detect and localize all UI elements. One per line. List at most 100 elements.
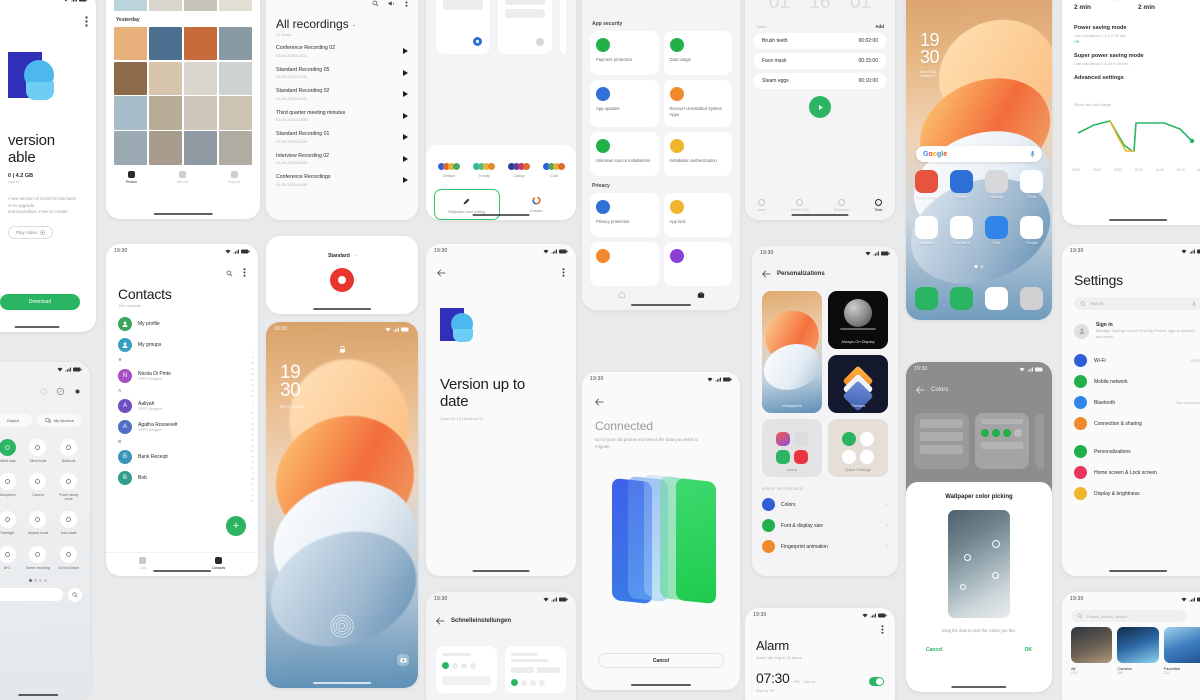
battery-settings-rows[interactable]: Power saving mode Can last about 2 d 1 h …	[1062, 11, 1200, 81]
photo-thumb[interactable]	[183, 96, 218, 130]
recording-row[interactable]: Standard Recording 01 07:29 2021/10/29	[266, 126, 418, 148]
photo-thumb[interactable]	[183, 0, 218, 11]
recordings-list[interactable]: Conference Recording 02 00:24 2021/11/01 S…	[266, 40, 418, 191]
photo-thumb[interactable]	[218, 0, 252, 11]
personalization-rows[interactable]: Colors › Font & display size › Fingerprint a…	[752, 494, 898, 557]
photo-thumb[interactable]	[114, 0, 148, 11]
quick-toggle-airplane-icon[interactable]: Airplane mode	[25, 511, 52, 535]
clock-tab-world-clock-icon[interactable]: World Clock	[791, 199, 809, 212]
recording-row[interactable]: Third quarter meeting minutes 01:20 2021/…	[266, 105, 418, 127]
contacts-index-letter[interactable]: I	[252, 400, 253, 404]
quick-toggle-flashlight-icon[interactable]: Flashlight	[0, 511, 21, 535]
more-icon[interactable]	[85, 14, 88, 32]
contacts-index-letter[interactable]: N	[251, 427, 253, 431]
add-contact-button[interactable]: +	[226, 516, 246, 536]
play-icon[interactable]	[403, 69, 408, 76]
contacts-index-letter[interactable]: L	[252, 416, 254, 420]
gallery-album[interactable]: All 1027	[1071, 627, 1113, 675]
gallery-album[interactable]: Camera 386	[1117, 627, 1159, 675]
contacts-index-letter[interactable]: D	[251, 372, 253, 376]
settings-row-display-brightness[interactable]: Display & brightness	[1062, 483, 1200, 504]
contact-row[interactable]: B Bob	[106, 467, 258, 488]
dropdown-caret[interactable]: ·	[353, 20, 356, 30]
camera-icon[interactable]	[397, 654, 409, 666]
contacts-tab-calls[interactable]: Calls	[139, 557, 146, 570]
photo-thumb[interactable]	[114, 96, 148, 130]
search-icon[interactable]	[68, 587, 82, 602]
recorder-mode-caret[interactable]: ·	[354, 253, 356, 259]
contacts-index-letter[interactable]: V	[252, 471, 254, 475]
battery-row[interactable]: Power saving mode Can last about 2 d 1 h …	[1074, 25, 1200, 44]
color-dot-3[interactable]	[992, 572, 999, 579]
security-item[interactable]	[663, 241, 732, 286]
timer-digits[interactable]: 01 16 01	[745, 0, 895, 14]
palette-classy[interactable]: Classy	[504, 157, 534, 183]
contacts-index-letter[interactable]: T	[252, 460, 254, 464]
quick-settings-panel[interactable]: Output My devices Mobile data Silent mode…	[0, 362, 90, 700]
connected-migration-card[interactable]: 19:30 Connected Go to your old phone and…	[582, 372, 740, 690]
colors-previews[interactable]	[906, 399, 1052, 469]
photo-strip[interactable]	[106, 0, 260, 11]
photo-thumb[interactable]	[218, 96, 252, 130]
play-icon[interactable]	[403, 91, 408, 98]
contacts-tabbar[interactable]: Calls Contacts	[106, 552, 258, 570]
home-dock-chrome[interactable]	[984, 287, 1010, 310]
quick-toggle-nfc-icon[interactable]: NFC	[0, 545, 21, 570]
color-dot-4[interactable]	[960, 584, 966, 590]
recording-row[interactable]: Conference Recording 02 00:24 2021/11/01	[266, 40, 418, 62]
home-app-tools[interactable]: Tools	[1019, 170, 1045, 199]
recording-row[interactable]: Standard Recording 05 01:20 2021/10/31	[266, 62, 418, 84]
more-icon[interactable]	[405, 0, 408, 12]
quick-settings-tile[interactable]: Quick Settings	[828, 419, 888, 477]
palette-default[interactable]: Default	[434, 157, 464, 183]
contacts-index-letter[interactable]: R	[251, 449, 253, 453]
photos-gallery-card[interactable]: Yesterday Photos Albums Explore	[106, 0, 260, 219]
contacts-index-letter[interactable]: E	[252, 378, 254, 382]
home-clock-widget[interactable]: 19 30 Mon, Oct 11 Sunny 26 °C	[920, 31, 940, 78]
contact-row[interactable]: A Agatha Roosevelt OPPO Designer	[106, 416, 258, 437]
gallery-search-input[interactable]: Places, photos, people...	[1071, 610, 1187, 622]
home-app-settings[interactable]: Settings	[984, 170, 1010, 199]
dialog-cancel-button[interactable]: Cancel	[926, 647, 942, 653]
mic-icon[interactable]	[1030, 150, 1035, 158]
home-app-play-store[interactable]: Play Store	[948, 216, 974, 245]
photo-thumb[interactable]	[218, 131, 252, 165]
contact-row[interactable]: My groups	[106, 334, 258, 355]
back-arrow-icon[interactable]	[916, 381, 925, 399]
palette-cool[interactable]: Cool	[539, 157, 569, 183]
volume-icon[interactable]	[388, 0, 396, 12]
contacts-index-letter[interactable]: W	[251, 477, 254, 481]
contact-row[interactable]: A Aaliyah OPPO Designer	[106, 395, 258, 416]
brightness-icon[interactable]	[40, 382, 47, 400]
contacts-index-letter[interactable]: A	[252, 356, 254, 360]
quick-toggle-bluetooth-icon[interactable]: Bluetooth	[55, 439, 82, 463]
home-dock-messages[interactable]	[948, 287, 974, 310]
timer-row[interactable]: Steam eggs 00:10:00	[754, 73, 886, 89]
recorder-card[interactable]: Standard ·	[266, 236, 418, 314]
contact-row[interactable]: N Nicola Di Pinto OPPO Designer	[106, 365, 258, 386]
contacts-index-letter[interactable]: U	[251, 466, 253, 470]
home-screen-card[interactable]: 19:30 19 30 Mon, Oct 11 Sunny 26 °C Goog…	[906, 0, 1052, 320]
alarm-toggle[interactable]	[869, 677, 884, 686]
theme-preview-2[interactable]	[498, 0, 552, 54]
photo-thumb[interactable]	[114, 61, 148, 95]
photos-tab-photos[interactable]: Photos	[126, 170, 137, 184]
quick-toggle-rotate-icon[interactable]: Auto-rotate	[55, 511, 82, 535]
gallery-albums-card[interactable]: 19:30 Places, photos, people... All 1027 C…	[1062, 592, 1200, 700]
security-item[interactable]: Payment protection	[590, 31, 659, 75]
timer-digit[interactable]: 16	[809, 0, 830, 14]
photo-thumb[interactable]	[183, 131, 218, 165]
settings-row-mobile-network[interactable]: Mobile network	[1062, 371, 1200, 392]
back-arrow-icon[interactable]	[436, 612, 445, 630]
fingerprint-icon[interactable]	[329, 613, 355, 644]
play-video-chip[interactable]: Play Video	[8, 225, 54, 239]
security-sections[interactable]: App security Payment protection Data usage…	[582, 2, 740, 286]
home-app-photos[interactable]: Photos	[948, 170, 974, 199]
wallpaper-preview[interactable]	[948, 510, 1010, 618]
settings-row-bluetooth[interactable]: Bluetooth Not connected	[1062, 392, 1200, 413]
clock-tabbar[interactable]: Alarm World Clock Stopwatch Timer	[745, 199, 895, 212]
security-grid[interactable]: Privacy protection App lock	[582, 192, 740, 286]
dialog-ok-button[interactable]: OK	[1025, 647, 1033, 653]
contacts-index-letter[interactable]: O	[251, 433, 253, 437]
output-chip[interactable]: Output	[0, 414, 32, 427]
